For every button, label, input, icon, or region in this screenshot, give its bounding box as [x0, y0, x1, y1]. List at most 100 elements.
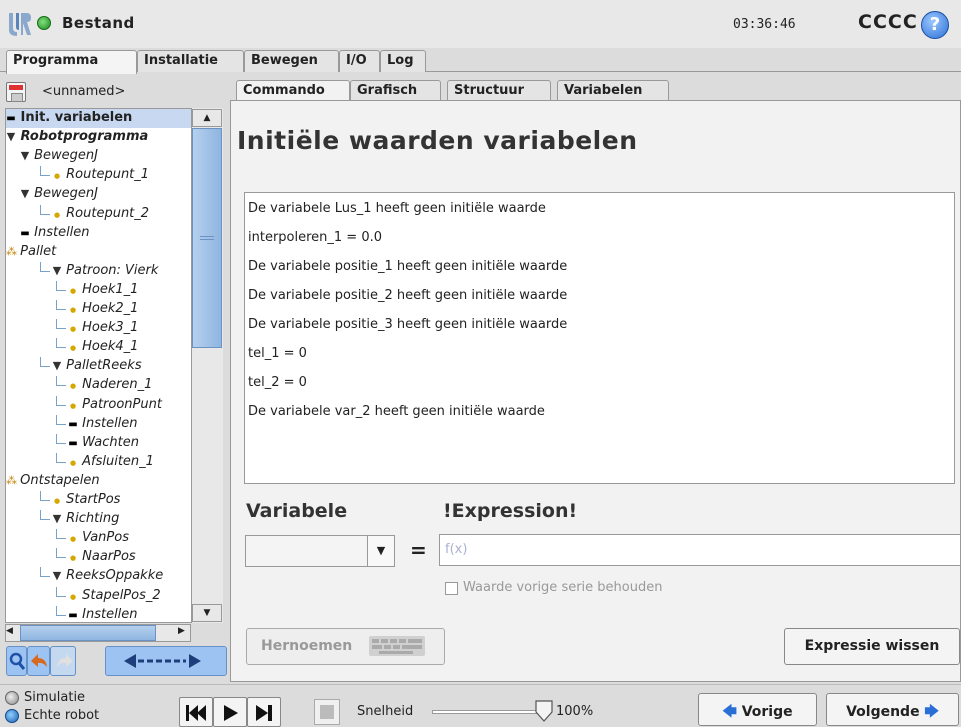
tree-connector [56, 548, 66, 559]
waypoint-icon: ● [69, 535, 77, 544]
variable-list[interactable]: De variabele Lus_1 heeft geen initiële w… [244, 192, 955, 484]
tab-installatie[interactable]: Installatie [137, 50, 244, 72]
tree-node[interactable]: ▼ ReeksOppakke [52, 567, 163, 585]
save-program-icon[interactable] [6, 82, 26, 102]
tree-node[interactable]: ▼ Patroon: Vierk [52, 262, 159, 280]
list-item[interactable]: tel_1 = 0 [248, 346, 307, 361]
waypoint-icon: ● [69, 401, 77, 410]
tree-node[interactable]: ● Hoek3_1 [68, 319, 139, 338]
list-item[interactable]: De variabele var_2 heeft geen initiële w… [248, 404, 545, 419]
previous-button[interactable]: 🡄 Vorige [698, 693, 817, 726]
waypoint-icon: ● [69, 286, 77, 295]
tree-node[interactable]: ● StartPos [52, 491, 121, 510]
tab-programma[interactable]: Programma [6, 50, 137, 74]
scroll-down-button[interactable]: ▼ [192, 604, 222, 622]
real-robot-label: Echte robot [24, 708, 100, 723]
chevron-down-icon[interactable]: ▼ [367, 536, 394, 566]
tree-node[interactable]: ▼ Richting [52, 510, 120, 528]
tree-node[interactable]: ▼ Robotprogramma [6, 128, 149, 146]
play-button[interactable] [213, 697, 247, 727]
keep-value-checkbox[interactable] [445, 582, 458, 595]
rewind-button[interactable] [179, 697, 213, 727]
tree-node-label: Hoek4_1 [78, 339, 139, 355]
tree-node[interactable]: ▬ Wachten [68, 434, 139, 453]
rename-label: Hernoemen [261, 638, 353, 654]
tree-connector [40, 166, 50, 177]
tree-node[interactable]: ● Afsluiten_1 [68, 453, 154, 472]
list-item[interactable]: interpoleren_1 = 0.0 [248, 230, 382, 245]
tree-node[interactable]: ● VanPos [68, 529, 129, 548]
scroll-left-button[interactable]: ◀ [6, 626, 13, 636]
tree-node-label: BewegenJ [30, 186, 99, 202]
robot-name: CCCC [858, 11, 918, 33]
tree-node[interactable]: ▼ BewegenJ [20, 147, 98, 165]
tree-node[interactable]: ● Routepunt_1 [52, 166, 149, 185]
stop-button[interactable] [314, 699, 340, 725]
move-node-button[interactable] [105, 646, 227, 676]
waypoint-icon: ● [53, 172, 61, 181]
next-button[interactable]: Volgende 🡆 [826, 693, 959, 726]
list-item[interactable]: De variabele positie_1 heeft geen initië… [248, 259, 567, 274]
tree-node[interactable]: ▬ Init. variabelen [6, 109, 192, 128]
real-robot-radio[interactable] [5, 709, 19, 723]
tab-variabelen[interactable]: Variabelen [557, 80, 669, 101]
tree-scroll-thumb[interactable] [192, 128, 222, 348]
tab-bewegen[interactable]: Bewegen [244, 50, 339, 72]
tree-node[interactable]: ● Hoek2_1 [68, 300, 139, 319]
step-button[interactable] [247, 697, 281, 727]
redo-arrow-icon [57, 654, 73, 667]
tree-node[interactable]: ▬ Instellen [68, 415, 137, 434]
search-icon [9, 652, 26, 670]
list-item[interactable]: De variabele positie_2 heeft geen initië… [248, 288, 567, 303]
file-menu-button[interactable]: Bestand [62, 14, 135, 32]
tab-grafisch[interactable]: Grafisch [350, 80, 441, 101]
tree-node[interactable]: ▼ PalletReeks [52, 357, 142, 375]
tree-connector [40, 261, 50, 272]
clear-expression-button[interactable]: Expressie wissen [784, 628, 960, 665]
next-label: Volgende [846, 704, 920, 720]
tree-node[interactable]: ⁂ Pallet [6, 243, 56, 261]
tree-node[interactable]: ● Naderen_1 [68, 376, 153, 395]
tree-node[interactable]: ● Hoek1_1 [68, 281, 139, 300]
redo-button[interactable] [50, 646, 76, 676]
tree-node[interactable]: ● NaarPos [68, 548, 136, 567]
simulation-radio[interactable] [5, 691, 19, 705]
tree-node[interactable]: ● PatroonPunt [68, 396, 162, 415]
collapse-triangle-icon: ▼ [52, 359, 62, 373]
tab-commando[interactable]: Commando [236, 80, 350, 102]
search-button[interactable] [6, 646, 27, 676]
tab-log[interactable]: Log [380, 50, 426, 72]
tree-node[interactable]: ▼ BewegenJ [20, 185, 98, 203]
expression-input[interactable]: f(x) [439, 534, 961, 566]
waypoint-icon: ● [69, 344, 77, 353]
help-button[interactable]: ? [921, 11, 949, 39]
list-item[interactable]: De variabele positie_3 heeft geen initië… [248, 317, 567, 332]
tree-node[interactable]: ● Hoek4_1 [68, 338, 139, 357]
tree-node-label: Afsluiten_1 [78, 453, 154, 469]
tree-connector [56, 376, 66, 387]
scroll-right-button[interactable]: ▶ [178, 626, 185, 636]
tree-node[interactable]: ● StapelPos_2 [68, 587, 161, 606]
tab-io[interactable]: I/O [339, 50, 380, 72]
tree-node[interactable]: ▬ Instellen [68, 606, 137, 622]
list-item[interactable]: De variabele Lus_1 heeft geen initiële w… [248, 201, 546, 216]
tree-node[interactable]: ⁂ Ontstapelen [6, 472, 100, 490]
command-icon: ▬ [68, 418, 78, 430]
tree-connector [56, 452, 66, 463]
tab-structuur[interactable]: Structuur [447, 80, 551, 101]
tree-node[interactable]: ▬ Instellen [20, 224, 89, 243]
speed-value: 100% [556, 704, 594, 719]
tree-hscroll-thumb[interactable] [20, 625, 156, 641]
list-item[interactable]: tel_2 = 0 [248, 375, 307, 390]
play-icon [224, 705, 238, 721]
scroll-up-button[interactable]: ▲ [192, 109, 222, 127]
speed-slider[interactable] [432, 710, 544, 714]
step-forward-icon [256, 705, 272, 721]
speed-slider-handle[interactable] [535, 700, 553, 722]
command-icon: ▬ [68, 609, 78, 621]
tree-node[interactable]: ● Routepunt_2 [52, 205, 149, 224]
tree-node-label: StartPos [62, 492, 121, 507]
waypoint-icon: ● [69, 592, 77, 601]
tree-connector [56, 395, 66, 406]
undo-button[interactable] [27, 646, 50, 676]
